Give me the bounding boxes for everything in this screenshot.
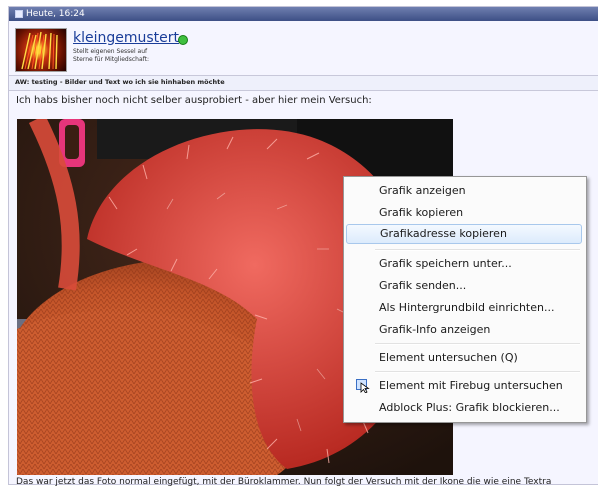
menu-item-label: Grafik speichern unter... [379,257,512,270]
menu-item-inspect-element[interactable]: Element untersuchen (Q) [346,348,580,368]
menu-item-copy-image-address[interactable]: Grafikadresse kopieren [346,224,582,244]
menu-item-send-image[interactable]: Grafik senden... [346,276,580,296]
post-header: Heute, 16:24 [9,7,598,21]
post-timestamp: Heute, 16:24 [26,9,85,19]
post-icon [15,10,23,18]
post-subject: AW: testing - Bilder und Text wo ich sie… [15,78,225,86]
user-info: kleingemustert Stellt eigenen Sessel auf… [15,28,595,74]
menu-item-set-background[interactable]: Als Hintergrundbild einrichten... [346,298,580,318]
username-link[interactable]: kleingemustert [73,30,179,46]
menu-item-label: Als Hintergrundbild einrichten... [379,301,555,314]
post-intro-text: Ich habs bisher noch nicht selber auspro… [16,95,372,106]
menu-item-image-info[interactable]: Grafik-Info anzeigen [346,320,580,340]
menu-item-label: Adblock Plus: Grafik blockieren... [379,401,560,414]
menu-item-firebug-inspect[interactable]: Element mit Firebug untersuchen [346,376,580,396]
firebug-icon [356,379,370,393]
menu-separator [375,343,580,345]
menu-item-label: Grafikadresse kopieren [380,227,507,240]
menu-item-label: Grafik anzeigen [379,184,466,197]
menu-item-copy-image[interactable]: Grafik kopieren [346,203,580,223]
menu-item-label: Element untersuchen (Q) [379,351,518,364]
avatar[interactable] [15,28,67,72]
menu-separator [375,371,580,373]
context-menu: Grafik anzeigen Grafik kopieren Grafikad… [343,176,587,423]
menu-item-view-image[interactable]: Grafik anzeigen [346,181,580,201]
menu-item-label: Grafik senden... [379,279,467,292]
menu-item-adblock-block[interactable]: Adblock Plus: Grafik blockieren... [346,398,580,418]
menu-item-label: Grafik-Info anzeigen [379,323,491,336]
menu-item-save-image[interactable]: Grafik speichern unter... [346,254,580,274]
online-status-icon [178,35,188,45]
menu-item-label: Grafik kopieren [379,206,464,219]
post-caption: Das war jetzt das Foto normal eingefügt,… [16,477,552,487]
menu-separator [375,249,580,251]
user-title: Stellt eigenen Sessel auf Sterne für Mit… [73,48,150,63]
menu-item-label: Element mit Firebug untersuchen [379,379,563,392]
